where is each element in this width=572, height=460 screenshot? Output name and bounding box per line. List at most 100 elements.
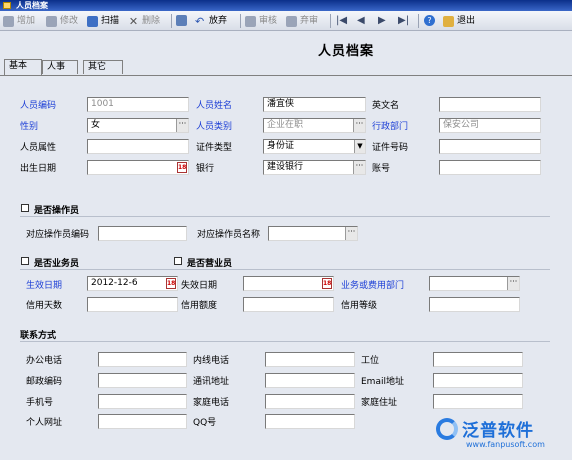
exit-icon bbox=[443, 15, 454, 27]
dept-field[interactable]: 保安公司 bbox=[439, 118, 541, 133]
emp-name-field[interactable]: 潘宜侠 bbox=[263, 97, 366, 112]
tab-personnel[interactable]: 人事 bbox=[42, 60, 78, 74]
add-button[interactable]: 增加 bbox=[3, 14, 35, 28]
bank-field[interactable]: 建设银行 ··· bbox=[263, 160, 366, 175]
mobile-field[interactable] bbox=[98, 394, 187, 409]
op-name-field[interactable]: ··· bbox=[268, 226, 358, 241]
next-record-icon[interactable]: ▶ bbox=[378, 15, 386, 27]
calendar-icon[interactable]: 18 bbox=[166, 278, 176, 289]
english-name-field[interactable] bbox=[439, 97, 541, 112]
help-icon: ? bbox=[424, 15, 435, 26]
toolbar: 增加 修改 扫描 ✕ 删除 ↶ 放弃 审核 弃审 |◀ ◀ ▶ ▶| ? 退出 bbox=[0, 11, 572, 31]
email-label: Email地址 bbox=[361, 377, 404, 387]
is-revenue-clerk-label: 是否营业员 bbox=[187, 259, 233, 269]
station-field[interactable] bbox=[433, 352, 523, 367]
audit-button[interactable]: 审核 bbox=[245, 14, 277, 28]
dept-label: 行政部门 bbox=[372, 122, 409, 132]
bank-value: 建设银行 bbox=[267, 162, 304, 172]
ext-phone-label: 内线电话 bbox=[193, 356, 230, 366]
is-revenue-clerk-checkbox[interactable] bbox=[174, 257, 182, 265]
chevron-down-icon[interactable]: ▼ bbox=[354, 140, 365, 153]
effective-date-label: 生效日期 bbox=[26, 281, 63, 291]
credit-level-label: 信用等级 bbox=[341, 301, 378, 311]
id-type-select[interactable]: 身份证 ▼ bbox=[263, 139, 366, 154]
exit-button[interactable]: 退出 bbox=[443, 14, 475, 28]
delete-icon: ✕ bbox=[128, 14, 139, 28]
brand-logo: 泛普软件 www.fanpusoft.com bbox=[436, 414, 566, 454]
id-type-label: 证件类型 bbox=[196, 143, 233, 153]
category-field[interactable]: 企业在职 ··· bbox=[263, 118, 366, 133]
contact-section-label: 联系方式 bbox=[20, 331, 57, 341]
attribute-field[interactable] bbox=[87, 139, 189, 154]
divider bbox=[20, 269, 550, 270]
save-button[interactable] bbox=[176, 14, 190, 28]
last-record-icon[interactable]: ▶| bbox=[398, 15, 409, 27]
window-title: 人员档案 bbox=[16, 1, 48, 10]
gender-value: 女 bbox=[91, 120, 101, 130]
tab-other[interactable]: 其它 bbox=[83, 60, 123, 74]
mail-addr-field[interactable] bbox=[265, 373, 355, 388]
bank-picker-button[interactable]: ··· bbox=[353, 161, 365, 174]
email-field[interactable] bbox=[433, 373, 523, 388]
tab-divider bbox=[0, 75, 572, 76]
cost-dept-label: 业务或费用部门 bbox=[341, 281, 405, 291]
op-code-label: 对应操作员编码 bbox=[26, 230, 90, 240]
credit-level-field[interactable] bbox=[429, 297, 520, 312]
mail-addr-label: 通讯地址 bbox=[193, 377, 230, 387]
category-picker-button[interactable]: ··· bbox=[353, 119, 365, 132]
calendar-icon[interactable]: 18 bbox=[322, 278, 332, 289]
office-phone-field[interactable] bbox=[98, 352, 187, 367]
gender-picker-button[interactable]: ··· bbox=[176, 119, 188, 132]
is-salesman-checkbox[interactable] bbox=[21, 257, 29, 265]
divider bbox=[20, 216, 550, 217]
id-type-value: 身份证 bbox=[267, 141, 295, 151]
home-addr-field[interactable] bbox=[433, 394, 523, 409]
logo-url-text: www.fanpusoft.com bbox=[466, 440, 545, 449]
credit-days-field[interactable] bbox=[87, 297, 178, 312]
ext-phone-field[interactable] bbox=[265, 352, 355, 367]
expire-date-field[interactable]: 18 bbox=[243, 276, 334, 291]
discard-button[interactable]: ↶ 放弃 bbox=[195, 14, 227, 28]
op-name-picker-button[interactable]: ··· bbox=[345, 227, 357, 240]
effective-date-value: 2012-12-6 bbox=[91, 278, 138, 288]
postcode-label: 邮政编码 bbox=[26, 377, 63, 387]
qq-field[interactable] bbox=[265, 414, 355, 429]
qq-label: QQ号 bbox=[193, 418, 217, 428]
credit-limit-field[interactable] bbox=[243, 297, 334, 312]
abandon-audit-icon bbox=[286, 15, 297, 27]
logo-brand-text: 泛普软件 bbox=[462, 421, 534, 441]
id-no-field[interactable] bbox=[439, 139, 541, 154]
window-icon bbox=[3, 2, 11, 9]
logo-mark-icon bbox=[436, 418, 458, 440]
home-addr-label: 家庭住址 bbox=[361, 398, 398, 408]
is-operator-label: 是否操作员 bbox=[34, 206, 80, 216]
first-record-icon[interactable]: |◀ bbox=[336, 15, 347, 27]
is-operator-checkbox[interactable] bbox=[21, 204, 29, 212]
op-code-field[interactable] bbox=[98, 226, 187, 241]
birth-date-field[interactable]: 18 bbox=[87, 160, 189, 175]
mobile-label: 手机号 bbox=[26, 398, 54, 408]
scan-button[interactable]: 扫描 bbox=[87, 14, 119, 28]
emp-code-field[interactable]: 1001 bbox=[87, 97, 189, 112]
page-title: 人员档案 bbox=[317, 44, 374, 59]
undo-icon: ↶ bbox=[195, 14, 205, 28]
account-field[interactable] bbox=[439, 160, 541, 175]
credit-days-label: 信用天数 bbox=[26, 301, 63, 311]
bank-label: 银行 bbox=[196, 164, 215, 174]
home-phone-field[interactable] bbox=[265, 394, 355, 409]
delete-button[interactable]: ✕ 删除 bbox=[128, 14, 160, 28]
prev-record-icon[interactable]: ◀ bbox=[357, 15, 365, 27]
abandon-audit-button[interactable]: 弃审 bbox=[286, 14, 318, 28]
cost-dept-picker-button[interactable]: ··· bbox=[507, 277, 519, 290]
gender-field[interactable]: 女 ··· bbox=[87, 118, 189, 133]
effective-date-field[interactable]: 2012-12-6 18 bbox=[87, 276, 178, 291]
english-name-label: 英文名 bbox=[372, 101, 400, 111]
op-name-label: 对应操作员名称 bbox=[197, 230, 261, 240]
postcode-field[interactable] bbox=[98, 373, 187, 388]
edit-button[interactable]: 修改 bbox=[46, 14, 78, 28]
calendar-icon[interactable]: 18 bbox=[177, 162, 187, 173]
tab-basic[interactable]: 基本 bbox=[4, 59, 42, 75]
homepage-field[interactable] bbox=[98, 414, 187, 429]
cost-dept-field[interactable]: ··· bbox=[429, 276, 520, 291]
help-button[interactable]: ? bbox=[424, 14, 438, 28]
